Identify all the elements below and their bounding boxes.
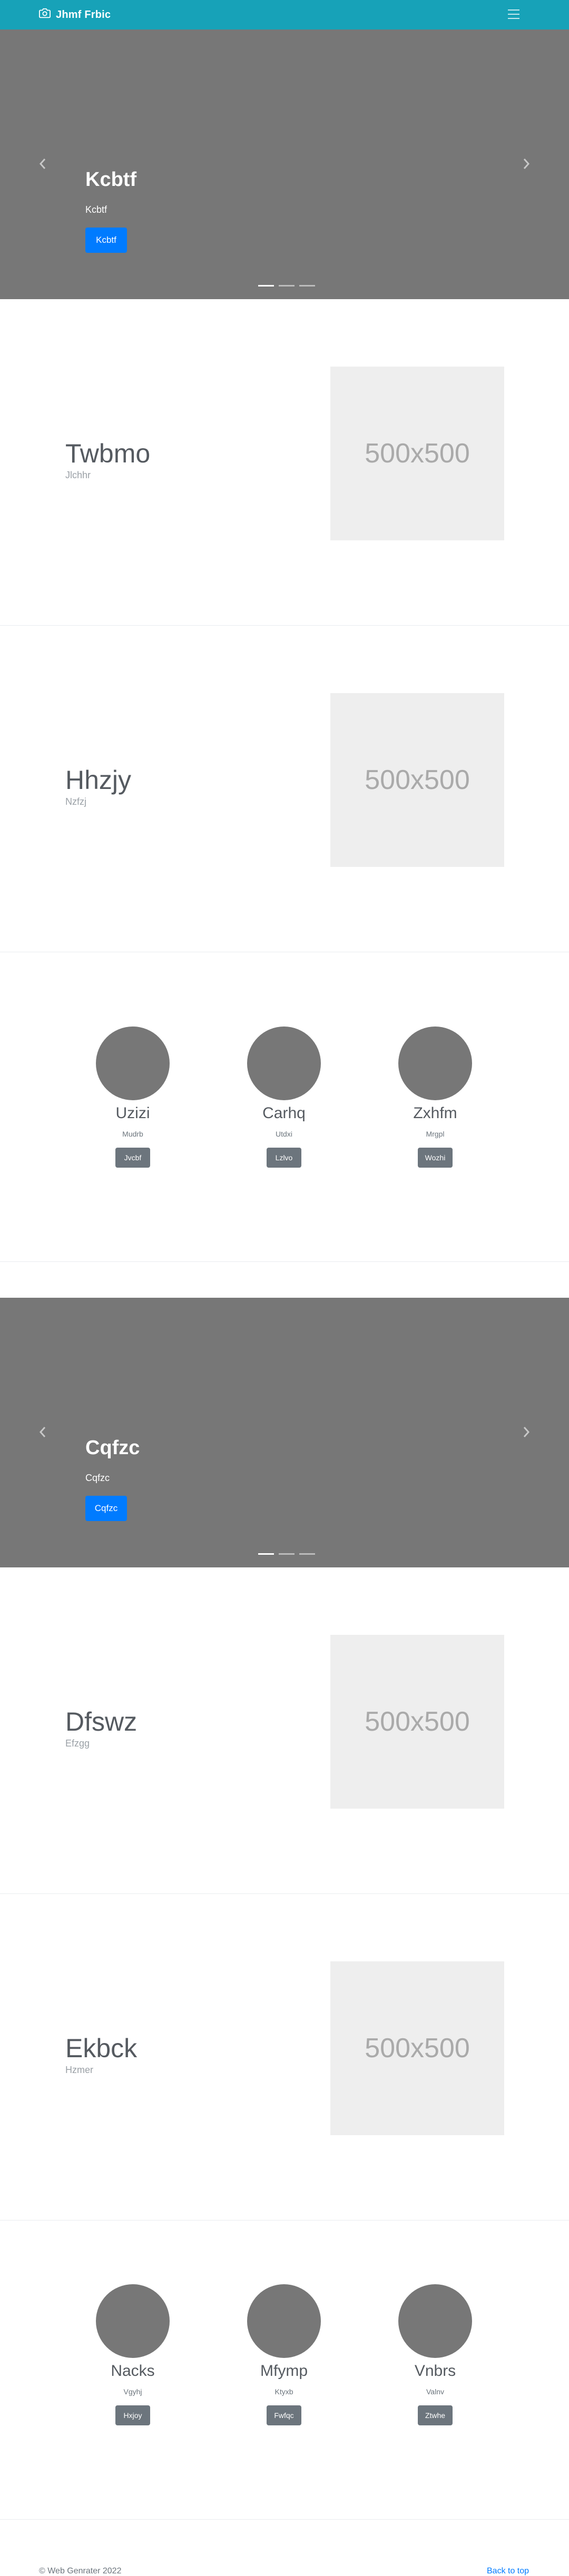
placeholder-image: 500x500 — [330, 1961, 504, 2135]
member-name: Zxhfm — [413, 1104, 457, 1122]
carousel-next-button[interactable] — [513, 1416, 539, 1448]
feature-heading: Twbmo — [65, 439, 151, 468]
member-name: Mfymp — [260, 2362, 308, 2380]
member-role: Mrgpl — [426, 1130, 445, 1138]
carousel-cta-button[interactable]: Kcbtf — [85, 228, 127, 253]
team-member-card: Nacks Vgyhj Hxjoy — [96, 2284, 170, 2432]
feature-section: Ekbck Hzmer 500x500 — [0, 1894, 569, 2220]
member-name: Vnbrs — [414, 2362, 456, 2380]
footer: © Web Genrater 2022 Back to top — [0, 2540, 569, 2576]
carousel-cta-button[interactable]: Cqfzc — [85, 1496, 127, 1521]
feature-section: Hhzjy Nzfzj 500x500 — [0, 626, 569, 952]
carousel-indicator[interactable] — [258, 1553, 274, 1555]
placeholder-image: 500x500 — [330, 367, 504, 540]
camera-icon — [39, 7, 51, 22]
navbar-toggler-button[interactable] — [506, 6, 522, 22]
back-to-top-link[interactable]: Back to top — [487, 2567, 529, 2576]
member-button[interactable]: Ztwhe — [418, 2405, 453, 2425]
member-role: Valnv — [426, 2387, 444, 2396]
placeholder-image: 500x500 — [330, 1635, 504, 1809]
section-divider — [0, 1261, 569, 1262]
feature-text: Nzfzj — [65, 796, 86, 807]
chevron-right-icon — [523, 159, 530, 169]
feature-heading: Hhzjy — [65, 765, 132, 795]
carousel-next-button[interactable] — [513, 148, 539, 180]
carousel-prev-button[interactable] — [30, 1416, 56, 1448]
chevron-left-icon — [39, 1427, 46, 1437]
member-button[interactable]: Jvcbf — [115, 1148, 150, 1168]
member-role: Ktyxb — [274, 2387, 293, 2396]
placeholder-image: 500x500 — [330, 693, 504, 867]
feature-section: Dfswz Efzgg 500x500 — [0, 1567, 569, 1894]
feature-heading: Ekbck — [65, 2034, 138, 2063]
feature-text: Jlchhr — [65, 470, 91, 480]
hero-carousel: Kcbtf Kcbtf Kcbtf — [0, 29, 569, 299]
team-member-card: Zxhfm Mrgpl Wozhi — [398, 1027, 472, 1174]
member-role: Mudrb — [122, 1130, 143, 1138]
carousel-prev-button[interactable] — [30, 148, 56, 180]
feature-section: Twbmo Jlchhr 500x500 — [0, 299, 569, 626]
member-name: Nacks — [111, 2362, 155, 2380]
avatar — [398, 2284, 472, 2358]
member-name: Carhq — [262, 1104, 306, 1122]
carousel-subtitle: Cqfzc — [85, 1473, 110, 1483]
avatar — [247, 2284, 321, 2358]
carousel-indicator[interactable] — [279, 1553, 295, 1555]
carousel-indicators — [258, 1553, 315, 1555]
hero-carousel: Cqfzc Cqfzc Cqfzc — [0, 1298, 569, 1567]
member-role: Utdxi — [276, 1130, 292, 1138]
avatar — [398, 1027, 472, 1100]
team-section: Uzizi Mudrb Jvcbf Carhq Utdxi Lzlvo Zxhf… — [0, 952, 569, 1262]
member-name: Uzizi — [115, 1104, 150, 1122]
chevron-right-icon — [523, 1427, 530, 1437]
navbar: Jhmf Frbic — [0, 0, 569, 29]
carousel-indicator[interactable] — [279, 285, 295, 287]
carousel-indicator[interactable] — [258, 285, 274, 287]
brand-label: Jhmf Frbic — [56, 8, 111, 21]
carousel-indicators — [258, 285, 315, 287]
team-member-card: Vnbrs Valnv Ztwhe — [398, 2284, 472, 2432]
feature-heading: Dfswz — [65, 1707, 138, 1736]
avatar — [96, 1027, 170, 1100]
team-member-card: Mfymp Ktyxb Fwfqc — [247, 2284, 321, 2432]
member-role: Vgyhj — [123, 2387, 142, 2396]
team-member-card: Carhq Utdxi Lzlvo — [247, 1027, 321, 1174]
carousel-subtitle: Kcbtf — [85, 204, 107, 215]
avatar — [247, 1027, 321, 1100]
member-button[interactable]: Lzlvo — [267, 1148, 301, 1168]
carousel-indicator[interactable] — [299, 1553, 315, 1555]
avatar — [96, 2284, 170, 2358]
carousel-indicator[interactable] — [299, 285, 315, 287]
hamburger-menu-icon — [508, 9, 519, 11]
member-button[interactable]: Wozhi — [418, 1148, 453, 1168]
section-divider — [0, 2519, 569, 2520]
team-section: Nacks Vgyhj Hxjoy Mfymp Ktyxb Fwfqc Vnbr… — [0, 2210, 569, 2520]
feature-text: Efzgg — [65, 1738, 90, 1749]
carousel-title: Kcbtf — [85, 169, 137, 191]
carousel-title: Cqfzc — [85, 1437, 140, 1459]
team-member-card: Uzizi Mudrb Jvcbf — [96, 1027, 170, 1174]
chevron-left-icon — [39, 159, 46, 169]
copyright-text: © Web Genrater 2022 — [39, 2567, 122, 2575]
feature-text: Hzmer — [65, 2065, 93, 2075]
navbar-brand[interactable]: Jhmf Frbic — [39, 8, 111, 21]
member-button[interactable]: Hxjoy — [115, 2405, 150, 2425]
member-button[interactable]: Fwfqc — [267, 2405, 301, 2425]
